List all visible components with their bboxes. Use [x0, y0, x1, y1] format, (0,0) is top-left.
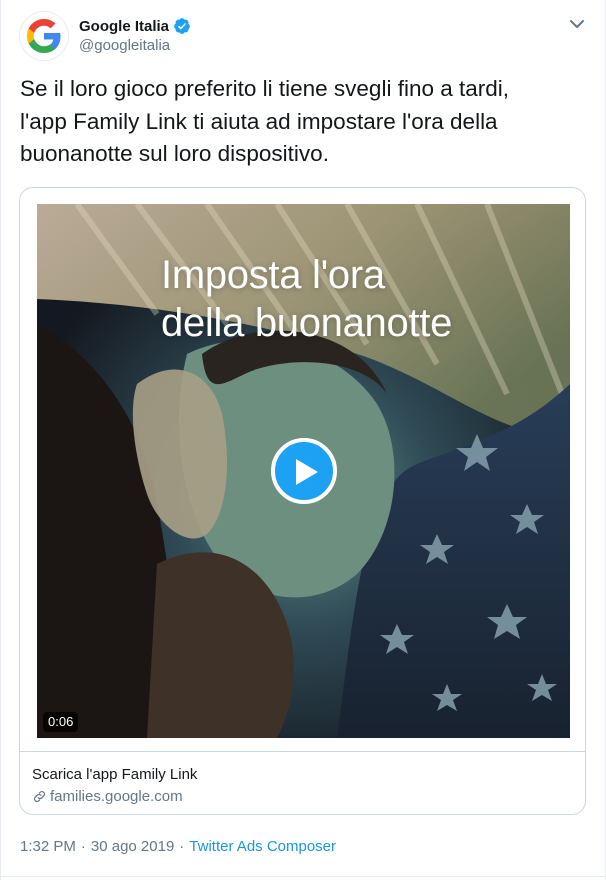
bottom-divider: [1, 876, 605, 877]
tweet-source-link[interactable]: Twitter Ads Composer: [189, 838, 336, 855]
video-player[interactable]: Imposta l'ora della buonanotte 0:06: [37, 204, 570, 738]
link-card[interactable]: Imposta l'ora della buonanotte 0:06 Scar…: [19, 187, 586, 815]
meta-separator: ·: [80, 838, 86, 855]
video-overlay-line2: della buonanotte: [161, 301, 453, 345]
tweet-time[interactable]: 1:32 PM: [20, 838, 76, 855]
play-icon: [296, 459, 318, 485]
tweet-date[interactable]: 30 ago 2019: [91, 838, 174, 855]
more-options-button[interactable]: [567, 14, 587, 34]
display-name[interactable]: Google Italia: [79, 18, 169, 35]
author-handle[interactable]: @googleitalia: [79, 37, 170, 54]
play-button[interactable]: [271, 438, 337, 504]
tweet: Google Italia @googleitalia Se il loro g…: [0, 0, 606, 880]
card-divider: [20, 751, 585, 752]
card-link-text[interactable]: families.google.com: [50, 788, 183, 805]
video-duration-badge: 0:06: [43, 712, 79, 732]
tweet-meta: 1:32 PM · 30 ago 2019 · Twitter Ads Comp…: [20, 838, 336, 855]
link-icon: [34, 791, 45, 802]
chevron-down-icon: [570, 20, 584, 28]
card-title[interactable]: Scarica l'app Family Link: [32, 766, 197, 783]
tweet-text: Se il loro gioco preferito li tiene sveg…: [20, 76, 510, 166]
card-link[interactable]: families.google.com: [32, 788, 183, 805]
meta-separator-2: ·: [179, 838, 185, 855]
video-overlay-title: Imposta l'ora della buonanotte: [161, 251, 561, 347]
avatar[interactable]: [20, 12, 68, 60]
video-overlay-line1: Imposta l'ora: [161, 253, 385, 297]
google-g-logo-icon: [20, 12, 68, 60]
verified-badge-icon: [174, 18, 190, 34]
author-name-row[interactable]: Google Italia: [79, 17, 191, 35]
